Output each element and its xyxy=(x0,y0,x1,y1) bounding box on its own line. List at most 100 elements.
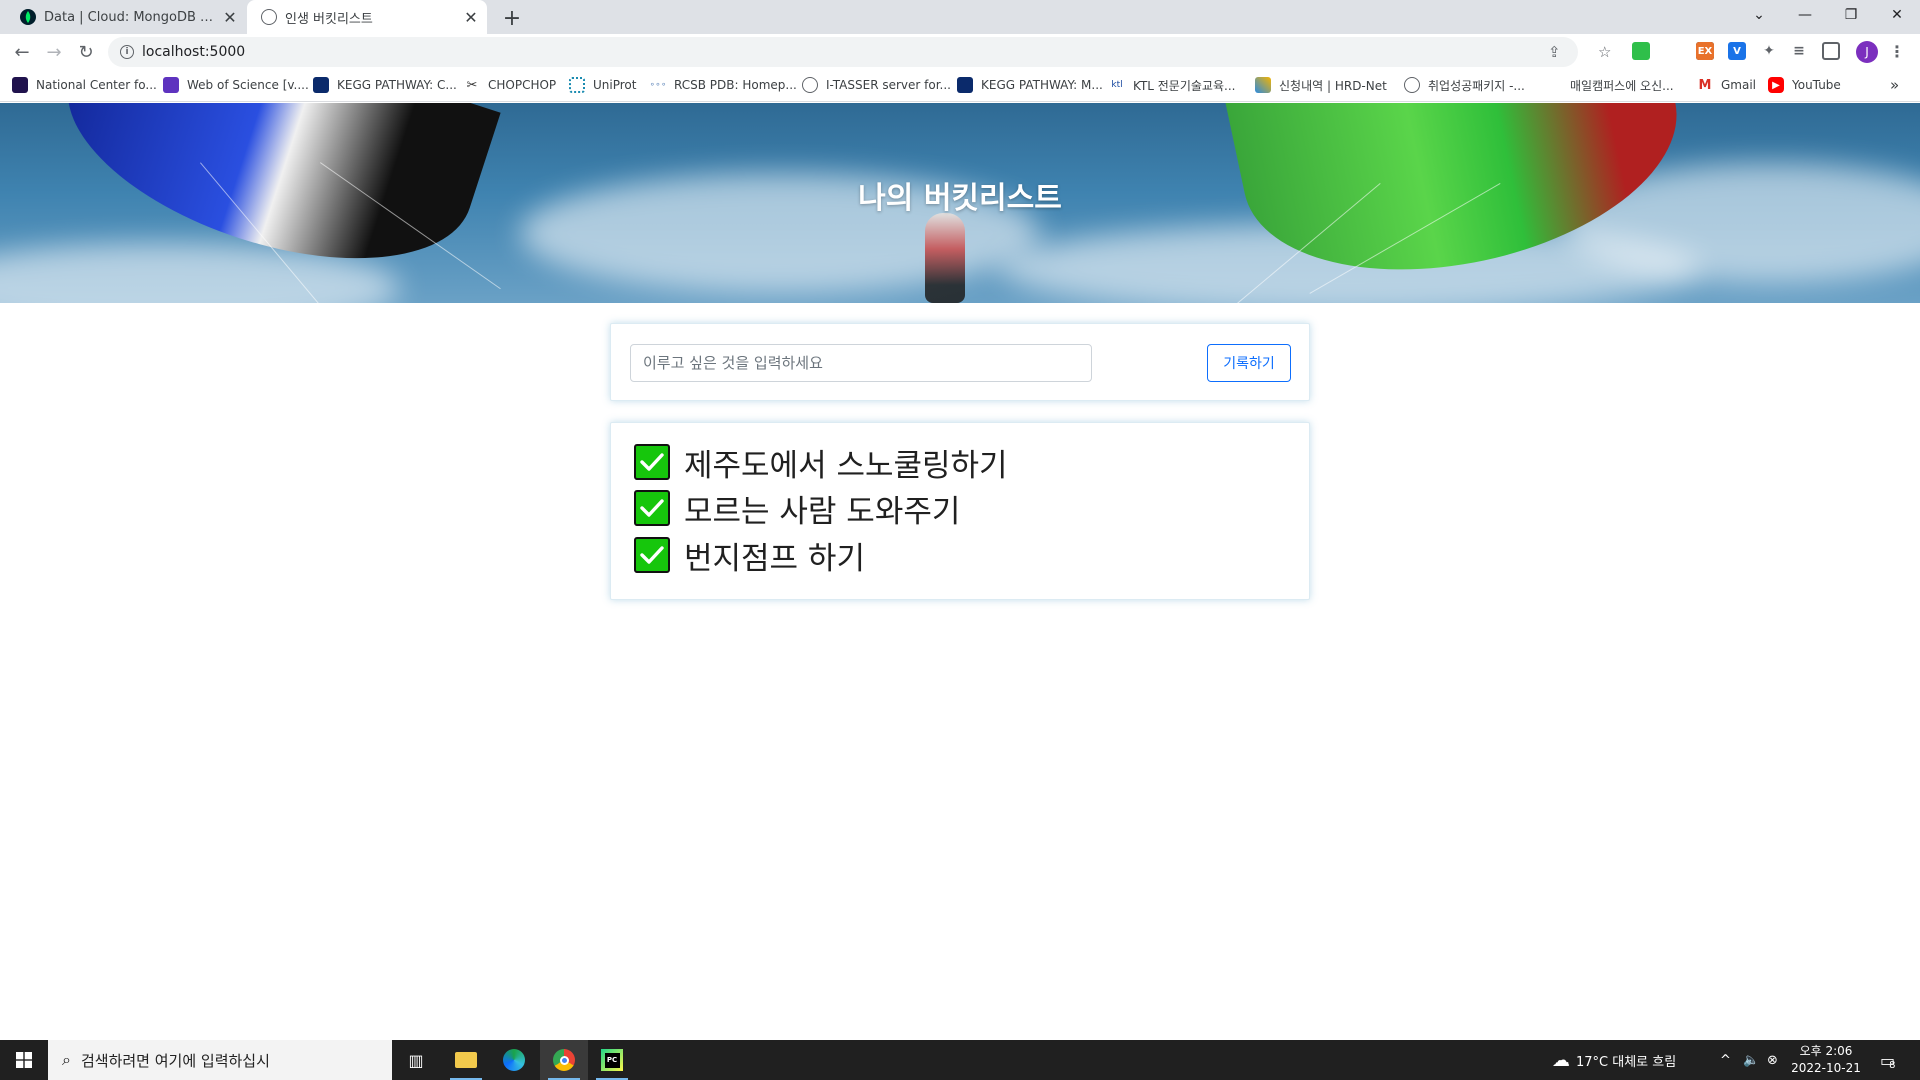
puzzle-icon[interactable]: ✦ xyxy=(1760,42,1778,60)
cloud-icon: ☁ xyxy=(1552,1049,1570,1071)
bookmark-label: CHOPCHOP xyxy=(488,78,557,92)
task-view-icon[interactable]: ▥ xyxy=(392,1040,440,1080)
posting-box: 기록하기 xyxy=(610,323,1310,401)
shield-extension-icon[interactable]: V xyxy=(1728,42,1746,60)
bookmark-label: RCSB PDB: Homep... xyxy=(674,78,797,92)
bookmark-item[interactable]: National Center fo... xyxy=(12,70,157,100)
reload-icon[interactable]: ↻ xyxy=(72,38,100,66)
tab-search-chevron-icon[interactable]: ⌄ xyxy=(1736,0,1782,30)
avatar[interactable]: J xyxy=(1856,41,1878,63)
system-clock[interactable]: 오후 2:06 2022-10-21 xyxy=(1790,1043,1862,1077)
notification-button[interactable]: ▭ 8 xyxy=(1880,1040,1896,1080)
globe-icon xyxy=(261,9,277,25)
chrome-icon[interactable] xyxy=(540,1040,588,1080)
bookmark-label: KTL 전문기술교육... xyxy=(1133,78,1236,93)
pycharm-icon[interactable]: PC xyxy=(588,1040,636,1080)
windows-logo-icon xyxy=(16,1052,32,1068)
bookmark-item[interactable]: UniProt xyxy=(569,70,636,100)
volume-icon[interactable]: 🔈 xyxy=(1743,1040,1759,1080)
tray-chevron-icon[interactable]: ^ xyxy=(1720,1040,1731,1080)
minimize-button[interactable]: — xyxy=(1782,0,1828,30)
clock-date: 2022-10-21 xyxy=(1791,1061,1861,1075)
bookmark-star-icon[interactable]: ☆ xyxy=(1598,43,1611,61)
hero-banner: 나의 버킷리스트 xyxy=(0,103,1920,303)
check-mark-icon[interactable] xyxy=(634,490,670,526)
extension-icon[interactable] xyxy=(1632,42,1650,60)
bucket-input[interactable] xyxy=(630,344,1092,382)
tab-title: Data | Cloud: MongoDB Cloud xyxy=(44,9,220,25)
bookmark-item[interactable]: I-TASSER server for... xyxy=(802,70,951,100)
forward-icon[interactable]: → xyxy=(40,38,68,66)
bookmark-item[interactable]: ∘∘∘ RCSB PDB: Homep... xyxy=(650,70,797,100)
bookmark-label: UniProt xyxy=(593,78,637,92)
extension-icon[interactable]: EX xyxy=(1696,42,1714,60)
file-explorer-icon[interactable] xyxy=(442,1040,490,1080)
list-item: 모르는 사람 도와주기 xyxy=(634,489,960,530)
ktl-icon: ktl xyxy=(1111,80,1123,90)
item-text: 모르는 사람 도와주기 xyxy=(684,493,961,530)
close-icon[interactable]: ✕ xyxy=(220,7,240,27)
bookmark-label: National Center fo... xyxy=(36,78,157,92)
bookmarks-bar: National Center fo... Web of Science [v.… xyxy=(0,70,1920,102)
youtube-icon: ▶ xyxy=(1768,77,1784,93)
bookmark-item[interactable]: M Gmail xyxy=(1697,70,1756,100)
bookmark-item[interactable]: KEGG PATHWAY: M... xyxy=(957,70,1103,100)
bookmark-label: KEGG PATHWAY: M... xyxy=(981,78,1103,92)
bookmark-item[interactable]: 매일캠퍼스에 오신... xyxy=(1570,70,1674,100)
taskbar-search-placeholder: 검색하려면 여기에 입력하십시 xyxy=(80,1051,270,1070)
url-text: localhost:5000 xyxy=(142,44,246,60)
bookmark-label: Gmail xyxy=(1721,78,1757,92)
item-text: 번지점프 하기 xyxy=(684,540,865,577)
tab-bucketlist[interactable]: 인생 버킷리스트 ✕ xyxy=(247,0,487,34)
taskbar: ⌕ 검색하려면 여기에 입력하십시 ▥ PC ☁ 17°C 대체로 흐림 ^ 🔈… xyxy=(0,1040,1920,1080)
weather-widget[interactable]: ☁ 17°C 대체로 흐림 xyxy=(1552,1040,1676,1080)
bookmark-label: 매일캠퍼스에 오신... xyxy=(1570,78,1674,93)
save-button[interactable]: 기록하기 xyxy=(1207,344,1291,382)
check-mark-icon[interactable] xyxy=(634,537,670,573)
notification-count: 8 xyxy=(1889,1059,1896,1071)
check-mark-icon[interactable] xyxy=(634,444,670,480)
reading-list-icon[interactable]: ≡ xyxy=(1790,42,1808,60)
pdb-icon: ∘∘∘ xyxy=(649,80,667,90)
globe-icon xyxy=(802,77,818,93)
close-icon[interactable]: ✕ xyxy=(461,7,481,27)
bookmark-item[interactable]: ✂ CHOPCHOP xyxy=(464,70,557,100)
bookmark-item[interactable]: KEGG PATHWAY: C... xyxy=(313,70,457,100)
bookmark-item[interactable]: Web of Science [v.... xyxy=(163,70,309,100)
globe-icon xyxy=(1404,77,1420,93)
chopchop-icon: ✂ xyxy=(466,77,478,93)
menu-kebab-icon[interactable]: ⋮ xyxy=(1888,42,1906,61)
site-info-icon[interactable]: i xyxy=(120,45,134,59)
share-icon[interactable]: ⇪ xyxy=(1548,43,1561,61)
skydiver-image xyxy=(925,213,965,303)
bookmark-item[interactable]: ktl KTL 전문기술교육... xyxy=(1109,70,1235,100)
bookmark-item[interactable]: ▶ YouTube xyxy=(1768,70,1841,100)
windows-start-button[interactable] xyxy=(0,1040,48,1080)
list-item: 제주도에서 스노쿨링하기 xyxy=(634,443,1008,484)
bucket-list: 제주도에서 스노쿨링하기 모르는 사람 도와주기 번지점프 하기 xyxy=(610,422,1310,600)
bookmarks-overflow-button[interactable]: » xyxy=(1890,70,1899,100)
bookmark-item[interactable]: 신청내역 | HRD-Net xyxy=(1255,70,1387,100)
restore-button[interactable]: ❐ xyxy=(1828,0,1874,30)
search-icon: ⌕ xyxy=(62,1050,71,1069)
bookmark-label: 취업성공패키지 -... xyxy=(1428,78,1525,93)
side-panel-icon[interactable] xyxy=(1822,42,1840,60)
close-window-button[interactable]: ✕ xyxy=(1874,0,1920,30)
clock-time: 오후 2:06 xyxy=(1799,1044,1853,1058)
bookmark-item[interactable]: 취업성공패키지 -... xyxy=(1404,70,1525,100)
back-icon[interactable]: ← xyxy=(8,38,36,66)
new-tab-button[interactable]: + xyxy=(498,4,526,32)
bookmark-label: Web of Science [v.... xyxy=(187,78,309,92)
edge-icon[interactable] xyxy=(490,1040,538,1080)
kegg-icon xyxy=(957,77,973,93)
bookmark-label: KEGG PATHWAY: C... xyxy=(337,78,457,92)
network-off-icon[interactable]: ⊗ xyxy=(1767,1040,1778,1080)
address-bar[interactable]: i localhost:5000 ⇪ ☆ xyxy=(108,37,1611,67)
bookmark-label: I-TASSER server for... xyxy=(826,78,951,92)
browser-toolbar: ← → ↻ i localhost:5000 ⇪ ☆ I I I EX V ✦ … xyxy=(0,34,1920,70)
weather-text: 17°C 대체로 흐림 xyxy=(1576,1054,1677,1070)
clarivate-icon xyxy=(163,77,179,93)
taskbar-search-box[interactable]: ⌕ 검색하려면 여기에 입력하십시 xyxy=(48,1040,392,1080)
tab-mongodb[interactable]: Data | Cloud: MongoDB Cloud ✕ xyxy=(6,0,246,34)
page-title: 나의 버킷리스트 xyxy=(858,181,1062,216)
